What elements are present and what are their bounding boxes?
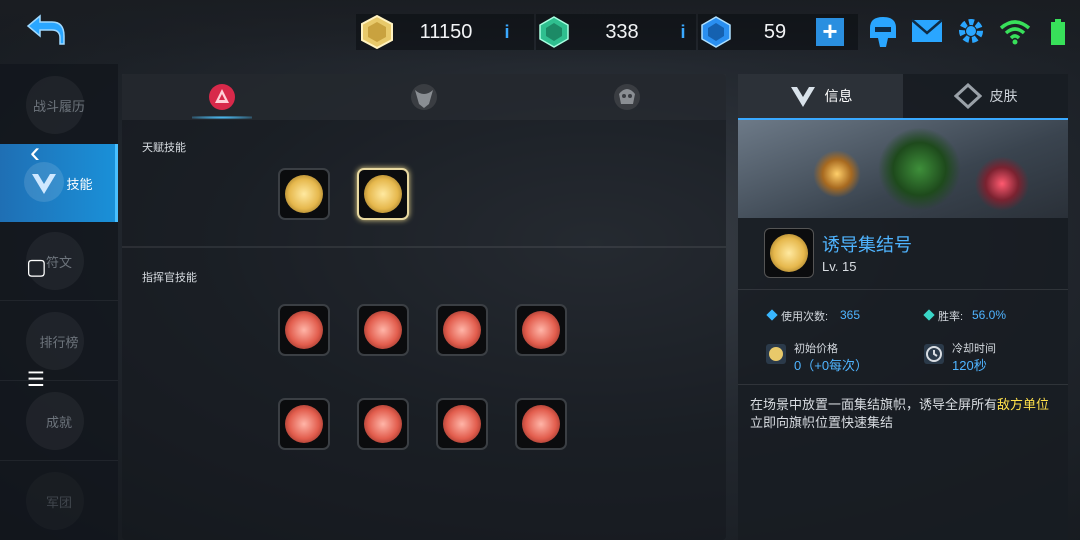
tab-info[interactable]: 信息 xyxy=(738,74,903,118)
faction-tabs xyxy=(122,74,726,120)
stats-divider xyxy=(738,289,1068,290)
bomb-bag-icon xyxy=(285,311,323,349)
uses-value: 365 xyxy=(840,308,861,322)
green-crystal-value: 338 xyxy=(605,20,639,43)
cooldown-value: 120秒 xyxy=(952,358,987,373)
desc-highlight-unit: 单位 xyxy=(1023,397,1050,412)
desc-highlight-enemy: 敌方 xyxy=(997,397,1024,412)
clock-icon xyxy=(924,344,944,364)
skill-turret[interactable] xyxy=(515,304,567,356)
gold-value: 11150 xyxy=(419,20,473,43)
gold-info-button[interactable]: i xyxy=(496,22,518,43)
uses-label: 使用次数: xyxy=(781,311,829,323)
skill-preview-image xyxy=(738,120,1068,218)
skin-emblem-icon xyxy=(953,83,982,109)
overlay-menu-icon[interactable]: ☰ xyxy=(27,370,45,390)
menu-label: 排行榜 xyxy=(39,334,79,350)
price-value: 0（+0每次） xyxy=(794,358,869,373)
gold-resource: 11150 i xyxy=(356,14,534,50)
selected-skill-icon xyxy=(764,228,814,278)
rally-horn-icon xyxy=(770,234,808,272)
left-menu: 战斗履历 技能 符文 排行榜 成就 军团 xyxy=(0,64,118,540)
green-crystal-icon xyxy=(539,16,569,48)
blue-crystal-resource: 59 + xyxy=(698,14,858,50)
tab-info-label: 信息 xyxy=(824,88,853,104)
menu-label: 技能 xyxy=(66,176,93,192)
faction-tab-skull-icon[interactable] xyxy=(612,82,642,112)
green-crystal-resource: 338 i xyxy=(536,14,696,50)
skill-fortress[interactable] xyxy=(357,398,409,450)
mail-icon[interactable] xyxy=(910,16,944,46)
skill-gear-upgrade[interactable] xyxy=(436,398,488,450)
flag-icon xyxy=(285,175,323,213)
commander-skills-label: 指挥官技能 xyxy=(142,272,197,284)
skill-name: 诱导集结号 xyxy=(822,235,912,255)
tab-skin-label: 皮肤 xyxy=(989,88,1018,104)
menu-label: 符文 xyxy=(45,254,72,270)
skills-emblem-icon xyxy=(24,162,64,202)
menu-item-leaderboard[interactable]: 排行榜 xyxy=(0,302,118,380)
skill-flag[interactable] xyxy=(278,168,330,220)
winrate-value: 56.0% xyxy=(972,308,1007,322)
skill-rally-horn[interactable] xyxy=(357,168,409,220)
faction-tab-horned-icon[interactable] xyxy=(409,82,439,112)
back-arrow-icon xyxy=(26,14,65,45)
menu-item-runes[interactable]: 符文 xyxy=(0,222,118,300)
menu-label: 军团 xyxy=(45,494,72,510)
skill-panel: 天赋技能 指挥官技能 xyxy=(122,74,726,540)
menu-item-skills[interactable]: 技能 xyxy=(0,144,118,222)
menu-item-legion[interactable]: 军团 xyxy=(0,462,118,540)
desc-text: 在场景中放置一面集结旗帜，诱导全屏所有 xyxy=(750,397,998,412)
desc-text-end: 立即向旗帜位置快速集结 xyxy=(750,415,894,430)
battery-icon xyxy=(1051,19,1065,45)
winrate-label: 胜率: xyxy=(938,311,964,323)
menu-label: 成就 xyxy=(45,414,72,430)
active-tab-indicator xyxy=(192,116,252,119)
skill-shield-core[interactable] xyxy=(515,398,567,450)
section-divider xyxy=(122,246,726,248)
menu-divider xyxy=(0,300,118,301)
tank-target-icon xyxy=(285,405,323,443)
tab-skin[interactable]: 皮肤 xyxy=(903,74,1068,118)
helmet-icon[interactable] xyxy=(866,14,900,50)
fortress-icon xyxy=(364,405,402,443)
menu-divider xyxy=(0,460,118,461)
wifi-icon xyxy=(999,20,1031,45)
gear-upgrade-icon xyxy=(443,405,481,443)
menu-divider xyxy=(0,380,118,381)
skill-tank-target[interactable] xyxy=(278,398,330,450)
rally-horn-icon xyxy=(364,175,402,213)
blue-crystal-value: 59 xyxy=(763,20,787,43)
cooldown-label: 冷却时间 xyxy=(952,343,996,355)
price-label: 初始价格 xyxy=(794,343,838,355)
skill-description: 在场景中放置一面集结旗帜，诱导全屏所有敌方单位立即向旗帜位置快速集结 xyxy=(750,396,1056,432)
missile-icon xyxy=(364,311,402,349)
winrate-gem-icon xyxy=(923,309,935,321)
add-crystal-button[interactable]: + xyxy=(816,18,844,46)
gold-icon xyxy=(361,14,393,50)
uses-gem-icon xyxy=(766,309,778,321)
gear-icon[interactable] xyxy=(956,16,986,46)
menu-item-battle-record[interactable]: 战斗履历 xyxy=(0,66,118,144)
blue-crystal-icon xyxy=(701,16,731,48)
skill-missile-strike[interactable] xyxy=(357,304,409,356)
skill-info-panel: 信息 皮肤 诱导集结号 Lv. 15 使用次数: 365 胜率: 56.0% 初… xyxy=(738,74,1068,540)
mech-icon xyxy=(443,311,481,349)
menu-label: 战斗履历 xyxy=(32,98,85,114)
overlay-back-icon[interactable]: ‹ xyxy=(30,138,40,168)
desc-divider xyxy=(738,384,1068,385)
turret-icon xyxy=(522,311,560,349)
skill-bomb-bag[interactable] xyxy=(278,304,330,356)
talent-skills-label: 天赋技能 xyxy=(142,142,186,154)
green-crystal-info-button[interactable]: i xyxy=(672,22,694,43)
menu-item-achievements[interactable]: 成就 xyxy=(0,382,118,460)
info-emblem-icon xyxy=(790,87,815,107)
skill-mech-drop[interactable] xyxy=(436,304,488,356)
back-button[interactable] xyxy=(22,10,70,50)
shield-core-icon xyxy=(522,405,560,443)
overlay-home-icon[interactable]: ▢ xyxy=(26,256,47,278)
faction-tab-red-icon[interactable] xyxy=(207,82,237,112)
skill-level: Lv. 15 xyxy=(822,259,857,274)
coin-icon xyxy=(766,344,786,364)
